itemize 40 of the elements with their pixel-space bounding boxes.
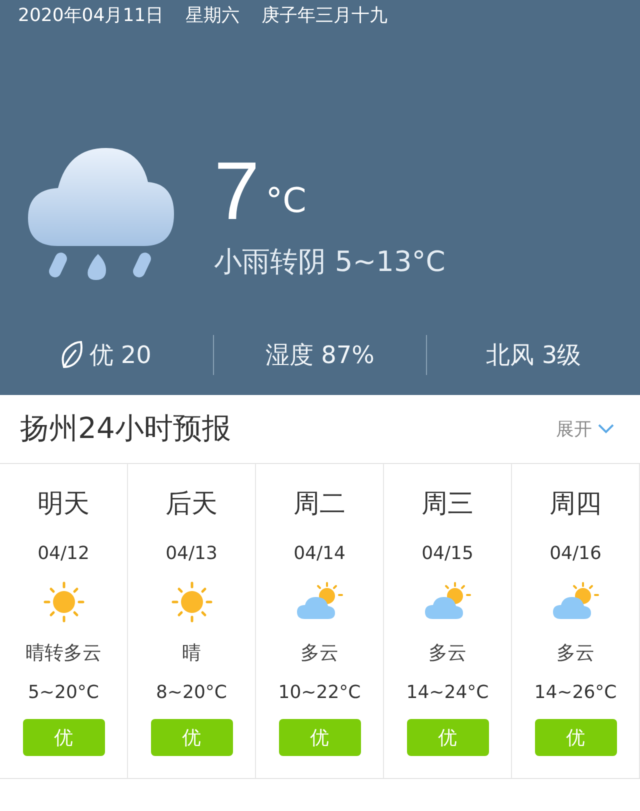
- day-weather: 晴: [182, 641, 201, 666]
- day-date: 04/14: [294, 543, 346, 564]
- day-weather: 晴转多云: [26, 641, 102, 666]
- current-temperature: 7: [214, 151, 260, 233]
- air-quality-badge: 优: [22, 719, 104, 756]
- day-weather: 多云: [556, 641, 594, 666]
- air-quality-badge: 优: [150, 719, 232, 756]
- day-name: 后天: [166, 488, 218, 521]
- day-date: 04/15: [422, 543, 474, 564]
- day-date: 04/16: [550, 543, 602, 564]
- day-date: 04/13: [166, 543, 218, 564]
- weather-description: 小雨转阴 5~13°C: [214, 244, 446, 280]
- date: 2020年04月11日: [18, 4, 164, 28]
- air-quality-badge: 优: [534, 719, 616, 756]
- day-temperature-range: 8~20°C: [156, 682, 227, 703]
- chevron-down-icon: [598, 424, 614, 434]
- day-temperature-range: 10~22°C: [278, 682, 361, 703]
- day-name: 周三: [422, 488, 474, 521]
- day-temperature-range: 5~20°C: [28, 682, 99, 703]
- day-weather: 多云: [428, 641, 466, 666]
- day-temperature-range: 14~24°C: [406, 682, 489, 703]
- temperature-unit: °C: [266, 181, 306, 221]
- lunar-date: 庚子年三月十九: [262, 4, 388, 28]
- air-quality-badge: 优: [406, 719, 488, 756]
- stat-text: 北风 3级: [486, 340, 582, 371]
- stat-text: 优 20: [89, 340, 152, 371]
- air-quality-badge: 优: [278, 719, 360, 756]
- day-name: 周四: [550, 488, 602, 521]
- day-weather: 多云: [300, 641, 338, 666]
- leaf-icon: [61, 340, 84, 370]
- sun-icon: [42, 581, 84, 623]
- section-title: 扬州24小时预报: [20, 410, 231, 447]
- day-temperature-range: 14~26°C: [534, 682, 617, 703]
- stat-text: 湿度 87%: [266, 340, 374, 371]
- expand-button[interactable]: 展开: [556, 417, 614, 441]
- day-date: 04/12: [38, 543, 90, 564]
- sun-icon: [170, 581, 212, 623]
- day-name: 明天: [38, 488, 90, 521]
- day-name: 周二: [294, 488, 346, 521]
- weekday: 星期六: [186, 4, 240, 28]
